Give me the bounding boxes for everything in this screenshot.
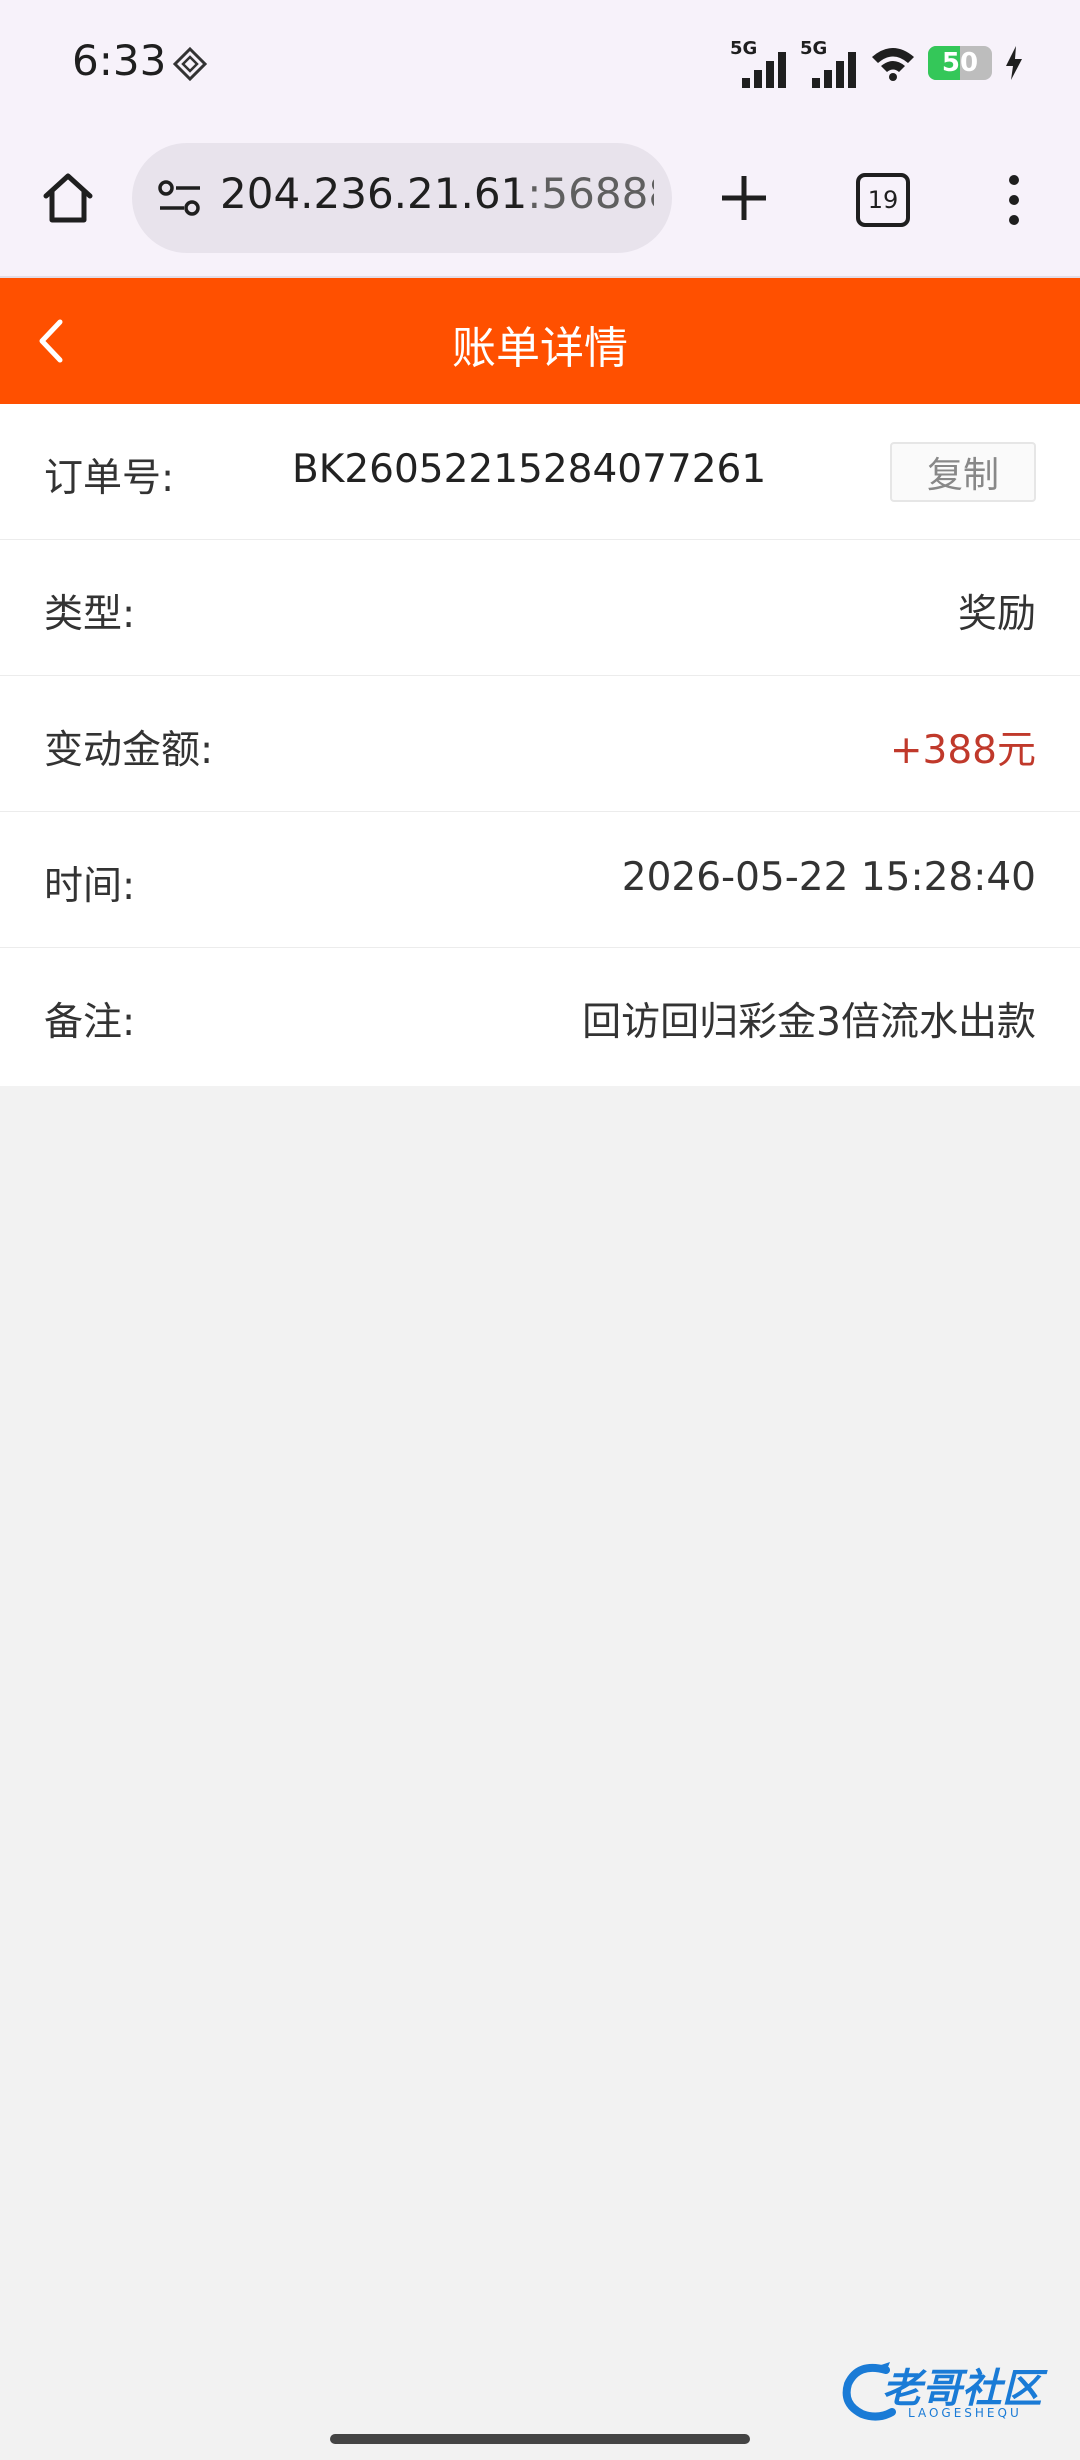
gesture-home-indicator[interactable] — [330, 2434, 750, 2444]
note-row: 备注: 回访回归彩金3倍流水出款 — [0, 948, 1080, 1086]
battery-indicator: 50 — [928, 46, 992, 80]
note-value: 回访回归彩金3倍流水出款 — [582, 1000, 1036, 1045]
order-number-row: 订单号: BK26052215284077261 复制 — [0, 404, 1080, 540]
status-icons: 5G 5G 50 — [730, 38, 1024, 88]
status-bar: 6:33 5G 5G 50 — [0, 0, 1080, 128]
order-number-value: BK26052215284077261 — [292, 447, 767, 492]
new-tab-icon[interactable] — [716, 170, 772, 226]
more-options-icon[interactable] — [998, 168, 1030, 232]
bill-detail-list: 订单号: BK26052215284077261 复制 类型: 奖励 变动金额:… — [0, 404, 1080, 1086]
order-number-label: 订单号: — [44, 456, 175, 501]
type-row: 类型: 奖励 — [0, 540, 1080, 676]
wifi-icon — [872, 48, 914, 81]
status-time: 6:33 — [72, 36, 167, 85]
copy-button[interactable]: 复制 — [890, 442, 1036, 502]
type-label: 类型: — [44, 592, 136, 637]
time-row: 时间: 2026-05-22 15:28:40 — [0, 812, 1080, 948]
type-value: 奖励 — [957, 592, 1036, 637]
page-title: 账单详情 — [452, 323, 628, 374]
address-bar[interactable]: 204.236.21.61:56888/# — [132, 143, 672, 253]
cellular-signal-1-icon: 5G — [730, 38, 788, 88]
time-value: 2026-05-22 15:28:40 — [621, 855, 1036, 900]
amount-value: +388元 — [889, 728, 1036, 773]
app-header: 账单详情 — [0, 278, 1080, 404]
url-text[interactable]: 204.236.21.61:56888/# — [220, 169, 654, 218]
browser-toolbar: 204.236.21.61:56888/# 19 — [0, 128, 1080, 278]
amount-label: 变动金额: — [44, 728, 214, 773]
watermark-logo: 老哥社区 LAOGESHEQU — [838, 2356, 1064, 2426]
home-icon[interactable] — [36, 166, 100, 230]
url-host: 204.236.21.61 — [220, 169, 528, 218]
tab-count: 19 — [867, 186, 899, 214]
battery-level-text: 50 — [941, 48, 979, 78]
url-path: :56888/# — [527, 169, 654, 218]
site-settings-icon[interactable] — [156, 174, 204, 222]
note-label: 备注: — [44, 1000, 136, 1045]
gemini-icon — [172, 46, 208, 82]
tab-switcher-button[interactable]: 19 — [856, 173, 910, 227]
watermark-subtext: LAOGESHEQU — [908, 2406, 1022, 2420]
time-label: 时间: — [44, 864, 136, 909]
charging-bolt-icon — [1006, 46, 1022, 80]
amount-row: 变动金额: +388元 — [0, 676, 1080, 812]
cellular-signal-2-icon: 5G — [800, 38, 858, 88]
